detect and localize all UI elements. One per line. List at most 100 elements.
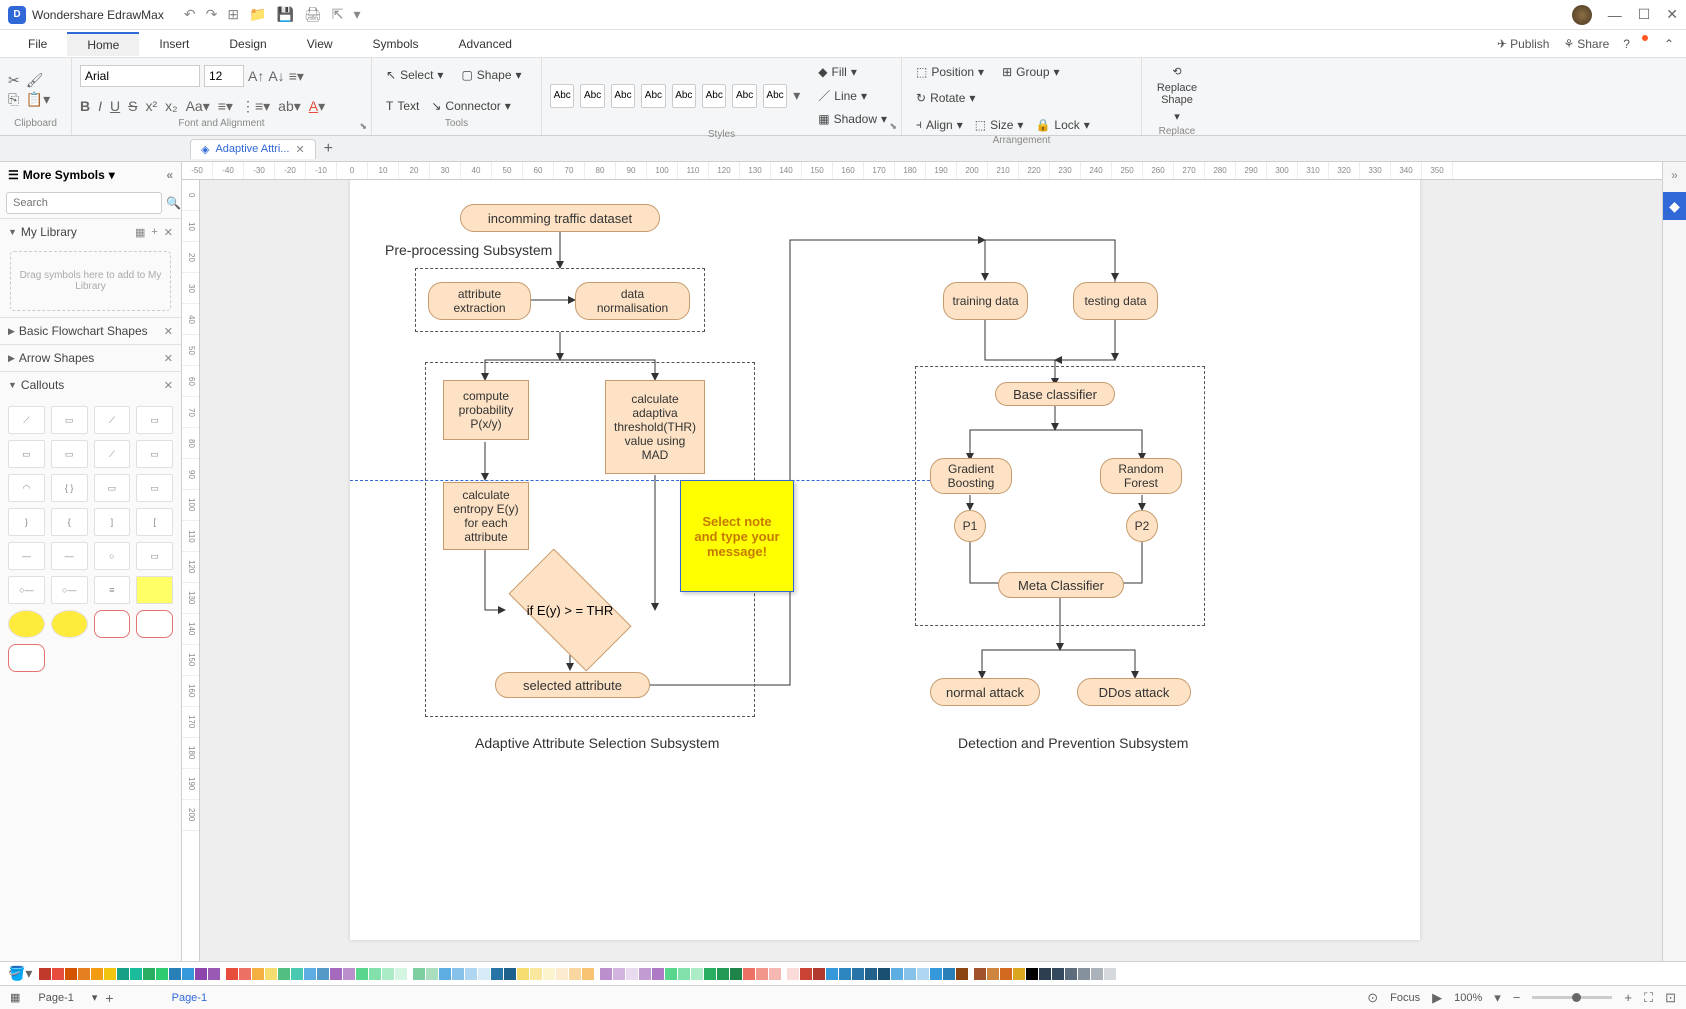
collapse-panel-icon[interactable]: « bbox=[166, 168, 173, 182]
color-swatch[interactable] bbox=[265, 968, 277, 980]
callout-shape[interactable]: ◠ bbox=[8, 474, 45, 502]
style-preset-8[interactable]: Abc bbox=[763, 84, 787, 108]
page-tab-dropdown-icon[interactable]: ▾ bbox=[92, 991, 98, 1004]
select-tool[interactable]: ↖ Select ▾ bbox=[380, 65, 449, 85]
style-preset-6[interactable]: Abc bbox=[702, 84, 726, 108]
redo-icon[interactable]: ↷ bbox=[206, 6, 218, 23]
color-swatch[interactable] bbox=[891, 968, 903, 980]
color-swatch[interactable] bbox=[665, 968, 677, 980]
styles-more-icon[interactable]: ▾ bbox=[793, 87, 800, 104]
color-swatch[interactable] bbox=[278, 968, 290, 980]
user-avatar[interactable] bbox=[1572, 5, 1592, 25]
color-swatch[interactable] bbox=[504, 968, 516, 980]
strikethrough-icon[interactable]: S bbox=[128, 98, 137, 115]
color-swatch[interactable] bbox=[530, 968, 542, 980]
share-button[interactable]: ⚘ Share bbox=[1563, 37, 1609, 51]
hamburger-icon[interactable]: ☰ bbox=[8, 168, 19, 182]
zoom-in-icon[interactable]: + bbox=[1624, 990, 1632, 1005]
font-name-input[interactable] bbox=[80, 65, 200, 87]
callout-shape[interactable]: [ bbox=[136, 508, 173, 536]
callout-shape[interactable]: { bbox=[51, 508, 88, 536]
color-swatch[interactable] bbox=[956, 968, 968, 980]
color-swatch[interactable] bbox=[491, 968, 503, 980]
color-swatch[interactable] bbox=[813, 968, 825, 980]
color-swatch[interactable] bbox=[652, 968, 664, 980]
color-swatch[interactable] bbox=[930, 968, 942, 980]
play-icon[interactable]: ▶ bbox=[1432, 990, 1442, 1006]
color-swatch[interactable] bbox=[182, 968, 194, 980]
font-dialog-launcher[interactable]: ⬊ bbox=[359, 121, 367, 132]
color-swatch[interactable] bbox=[395, 968, 407, 980]
color-swatch[interactable] bbox=[743, 968, 755, 980]
callout-shape[interactable]: ▭ bbox=[136, 474, 173, 502]
callout-shape[interactable]: ▭ bbox=[51, 440, 88, 468]
callout-shape[interactable]: ▭ bbox=[51, 406, 88, 434]
node-normal-attack[interactable]: normal attack bbox=[930, 678, 1040, 706]
zoom-dropdown-icon[interactable]: ▾ bbox=[1494, 990, 1501, 1006]
color-swatch[interactable] bbox=[826, 968, 838, 980]
italic-icon[interactable]: I bbox=[98, 98, 102, 115]
subscript-icon[interactable]: x₂ bbox=[165, 98, 177, 115]
align-button[interactable]: ⫞ Align▾ bbox=[910, 114, 969, 135]
color-swatch[interactable] bbox=[117, 968, 129, 980]
callout-shape[interactable]: ] bbox=[94, 508, 131, 536]
color-swatch[interactable] bbox=[1078, 968, 1090, 980]
color-swatch[interactable] bbox=[130, 968, 142, 980]
group-button[interactable]: ⊞ Group▾ bbox=[996, 62, 1065, 82]
style-preset-1[interactable]: Abc bbox=[550, 84, 574, 108]
color-swatch[interactable] bbox=[465, 968, 477, 980]
node-random-forest[interactable]: Random Forest bbox=[1100, 458, 1182, 494]
format-painter-icon[interactable]: 🖌 bbox=[26, 72, 50, 89]
connector-tool[interactable]: ↘ Connector ▾ bbox=[425, 96, 516, 116]
font-size-input[interactable] bbox=[204, 65, 244, 87]
new-file-icon[interactable]: ⊞ bbox=[227, 6, 239, 23]
callout-shape[interactable]: ▭ bbox=[136, 440, 173, 468]
callout-shape[interactable]: ▭ bbox=[94, 474, 131, 502]
my-library-header[interactable]: ▼My Library ▦+✕ bbox=[0, 219, 181, 245]
callout-shape[interactable]: ○— bbox=[8, 576, 45, 604]
shape-tool[interactable]: ▢ Shape ▾ bbox=[455, 65, 527, 85]
basic-flowchart-header[interactable]: ▶Basic Flowchart Shapes ✕ bbox=[0, 318, 181, 344]
node-selected-attribute[interactable]: selected attribute bbox=[495, 672, 650, 698]
callout-shape[interactable]: ▭ bbox=[136, 406, 173, 434]
menu-advanced[interactable]: Advanced bbox=[439, 33, 532, 55]
color-swatch[interactable] bbox=[839, 968, 851, 980]
section-close-icon[interactable]: ✕ bbox=[164, 352, 173, 365]
menu-insert[interactable]: Insert bbox=[139, 33, 209, 55]
node-base-classifier[interactable]: Base classifier bbox=[995, 382, 1115, 406]
color-swatch[interactable] bbox=[1052, 968, 1064, 980]
paste-icon[interactable]: 📋▾ bbox=[26, 91, 50, 108]
add-tab-button[interactable]: + bbox=[324, 140, 333, 158]
color-swatch[interactable] bbox=[678, 968, 690, 980]
color-swatch[interactable] bbox=[304, 968, 316, 980]
color-swatch[interactable] bbox=[543, 968, 555, 980]
bullets-icon[interactable]: ⋮≡▾ bbox=[241, 98, 270, 115]
search-icon[interactable]: 🔍 bbox=[166, 192, 181, 214]
node-gradient-boosting[interactable]: Gradient Boosting bbox=[930, 458, 1012, 494]
callout-shape[interactable]: ⟋ bbox=[94, 440, 131, 468]
color-swatch[interactable] bbox=[917, 968, 929, 980]
node-compute-probability[interactable]: compute probability P(x/y) bbox=[443, 380, 529, 440]
style-preset-5[interactable]: Abc bbox=[672, 84, 696, 108]
style-preset-4[interactable]: Abc bbox=[641, 84, 665, 108]
color-swatch[interactable] bbox=[478, 968, 490, 980]
color-swatch[interactable] bbox=[104, 968, 116, 980]
print-icon[interactable]: 🖨 bbox=[304, 6, 322, 23]
color-swatch[interactable] bbox=[143, 968, 155, 980]
color-swatch[interactable] bbox=[356, 968, 368, 980]
node-p2[interactable]: P2 bbox=[1126, 510, 1158, 542]
color-swatch[interactable] bbox=[291, 968, 303, 980]
menu-home[interactable]: Home bbox=[67, 32, 139, 56]
menu-design[interactable]: Design bbox=[209, 33, 286, 55]
color-swatch[interactable] bbox=[226, 968, 238, 980]
color-swatch[interactable] bbox=[556, 968, 568, 980]
color-swatch[interactable] bbox=[1104, 968, 1116, 980]
color-swatch[interactable] bbox=[1026, 968, 1038, 980]
callout-shape[interactable]: — bbox=[51, 542, 88, 570]
color-swatch[interactable] bbox=[987, 968, 999, 980]
color-swatch[interactable] bbox=[730, 968, 742, 980]
color-swatch[interactable] bbox=[904, 968, 916, 980]
add-page-button[interactable]: + bbox=[105, 990, 113, 1006]
color-swatch[interactable] bbox=[974, 968, 986, 980]
superscript-icon[interactable]: x² bbox=[145, 98, 157, 115]
